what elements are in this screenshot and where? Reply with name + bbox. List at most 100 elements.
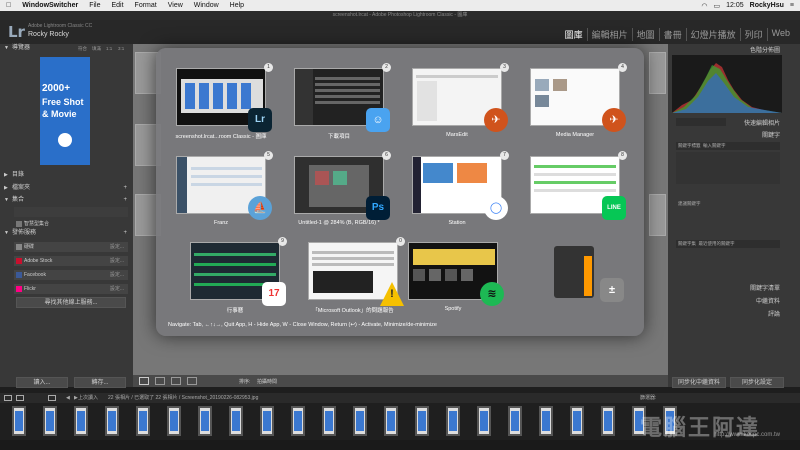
menu-help[interactable]: Help: [230, 2, 244, 9]
screen-1-icon[interactable]: [4, 395, 12, 401]
keyword-entry-box[interactable]: [676, 152, 780, 184]
filmstrip-thumbnail[interactable]: [570, 406, 584, 436]
module-library[interactable]: 圖庫: [561, 28, 588, 41]
sync-metadata-button[interactable]: 同步化中繼資料: [672, 377, 726, 388]
window-title: screenshot.lrcat - Adobe Photoshop Light…: [0, 11, 800, 20]
navigator-preview[interactable]: 2000+ Free Shot & Movie: [40, 57, 90, 165]
window-title: screenshot.lrcat...room Classic - 圖庫: [175, 134, 267, 140]
publish-facebook[interactable]: Facebook 設定...: [14, 270, 128, 280]
thumbnail-image: [232, 411, 240, 431]
import-button[interactable]: 讀入...: [16, 377, 68, 388]
filmstrip-thumbnail[interactable]: [167, 406, 181, 436]
comments-header[interactable]: 評論: [768, 309, 780, 318]
wifi-icon[interactable]: ◠: [701, 2, 707, 10]
preset-dropdown[interactable]: [676, 118, 726, 126]
grid-view-icon[interactable]: [139, 377, 149, 385]
quick-develop-header[interactable]: 快速編輯相片: [744, 118, 780, 127]
filmstrip-thumbnail[interactable]: [508, 406, 522, 436]
publish-flickr[interactable]: Flickr 設定...: [14, 284, 128, 294]
thumbnail-image: [15, 411, 23, 431]
filmstrip-thumbnail[interactable]: [291, 406, 305, 436]
grid-icon[interactable]: [48, 395, 56, 401]
publish-adobe-stock[interactable]: Adobe Stock 設定...: [14, 256, 128, 266]
filter-label: 篩選器:: [640, 395, 657, 401]
menu-edit[interactable]: Edit: [111, 2, 123, 9]
module-map[interactable]: 地圖: [633, 28, 660, 41]
zoom-1-1[interactable]: 1:1: [106, 44, 112, 53]
filmstrip-thumbnail[interactable]: [105, 406, 119, 436]
notification-icon[interactable]: ≡: [790, 2, 794, 9]
filmstrip-thumbnail[interactable]: [74, 406, 88, 436]
nav-back-icon[interactable]: ◀: [66, 393, 70, 403]
hard-drive-icon: [16, 244, 22, 250]
apple-icon[interactable]: : [6, 2, 11, 9]
menu-app-name[interactable]: WindowSwitcher: [22, 2, 78, 9]
folders-header[interactable]: ▶ 檔案夾 +: [0, 184, 133, 193]
filmstrip-thumbnail[interactable]: [477, 406, 491, 436]
keywording-header[interactable]: 關鍵字: [762, 130, 780, 139]
thumbnail-image: [77, 411, 85, 431]
filmstrip-thumbnail[interactable]: [384, 406, 398, 436]
catalog-header[interactable]: ▶ 目錄: [0, 171, 133, 180]
filmstrip-info: 22 張相片 / 已選取了 22 張相片 / Screenshot_201902…: [108, 395, 259, 401]
window-number: 4: [618, 63, 627, 72]
filmstrip-thumbnail[interactable]: [198, 406, 212, 436]
menu-user[interactable]: RockyHsu: [750, 2, 784, 9]
module-develop[interactable]: 編輯相片: [588, 28, 633, 41]
keyword-tags-row[interactable]: 關鍵字標籤 輸入關鍵字: [676, 142, 780, 150]
sync-settings-button[interactable]: 同步化設定: [730, 377, 784, 388]
filmstrip-thumbnail[interactable]: [12, 406, 26, 436]
filmstrip-thumbnail[interactable]: [353, 406, 367, 436]
menu-window[interactable]: Window: [194, 2, 219, 9]
filmstrip-thumbnail[interactable]: [43, 406, 57, 436]
menu-view[interactable]: View: [168, 2, 183, 9]
filmstrip-thumbnail[interactable]: [601, 406, 615, 436]
keyword-set-row[interactable]: 關鍵字集 最近使用的關鍵字: [676, 240, 780, 248]
module-book[interactable]: 書冊: [660, 28, 687, 41]
zoom-fit[interactable]: 符合: [78, 44, 87, 53]
find-more-services-button[interactable]: 尋找其他線上服務...: [16, 297, 126, 308]
sort-dropdown[interactable]: 拍攝時間: [257, 378, 277, 385]
publish-header[interactable]: ▼ 發佈服務 +: [0, 229, 133, 238]
filmstrip-thumbnail[interactable]: [136, 406, 150, 436]
window-title: Station: [448, 220, 466, 226]
filmstrip-thumbnail[interactable]: [260, 406, 274, 436]
catalog-name[interactable]: Rocky Rocky: [28, 31, 69, 38]
filmstrip-source[interactable]: 上次讀入: [78, 393, 98, 403]
menu-format[interactable]: Format: [135, 2, 157, 9]
filmstrip-thumbnail[interactable]: [415, 406, 429, 436]
window-thumbnail: [308, 242, 398, 300]
grid-thumbnail[interactable]: [649, 52, 666, 94]
survey-view-icon[interactable]: [187, 377, 197, 385]
filmstrip-thumbnail[interactable]: [229, 406, 243, 436]
preview-line: & Movie: [42, 109, 77, 119]
collection-search[interactable]: [14, 207, 128, 217]
module-print[interactable]: 列印: [741, 28, 768, 41]
histogram-header[interactable]: 色階分佈圖: [750, 45, 780, 54]
collections-header[interactable]: ▼ 集合 +: [0, 196, 133, 205]
filmstrip-thumbnail[interactable]: [446, 406, 460, 436]
metadata-header[interactable]: 中繼資料: [756, 296, 780, 305]
grid-thumbnail[interactable]: [649, 194, 666, 236]
window-number: 3: [500, 63, 509, 72]
module-slideshow[interactable]: 幻燈片播放: [687, 28, 741, 41]
filmstrip-thumbnail[interactable]: [539, 406, 553, 436]
loupe-view-icon[interactable]: [155, 377, 165, 385]
battery-icon[interactable]: ▭: [714, 2, 721, 10]
thumbnail-image: [604, 411, 612, 431]
menu-file[interactable]: File: [89, 2, 100, 9]
smart-collection-item[interactable]: 智慧型集合: [14, 219, 128, 229]
keyword-list-header[interactable]: 關鍵字清單: [750, 283, 780, 292]
zoom-fill[interactable]: 填滿: [92, 44, 101, 53]
thumbnail-image: [542, 411, 550, 431]
publish-hard-drive[interactable]: 硬碟 設定...: [14, 242, 128, 252]
compare-view-icon[interactable]: [171, 377, 181, 385]
screen-2-icon[interactable]: [16, 395, 24, 401]
zoom-3-1[interactable]: 3:1: [118, 44, 124, 53]
thumbnail-image: [356, 411, 364, 431]
filmstrip-thumbnail[interactable]: [322, 406, 336, 436]
navigator-header[interactable]: ▼ 導覽器 符合 填滿 1:1 3:1: [0, 44, 133, 53]
export-button[interactable]: 轉存...: [74, 377, 126, 388]
module-web[interactable]: Web: [768, 28, 794, 41]
clock[interactable]: 12:05: [726, 2, 744, 9]
